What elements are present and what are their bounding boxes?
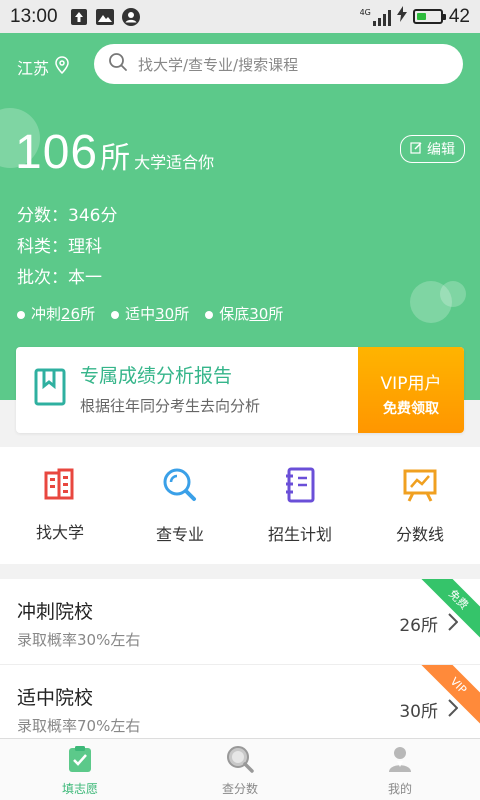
- status-bar: 13:00 4G 42: [0, 0, 480, 33]
- edit-icon: [410, 141, 423, 158]
- report-card[interactable]: 专属成绩分析报告 根据往年同分考生去向分析 VIP用户 免费领取: [16, 347, 464, 433]
- chevron-right-icon: [448, 613, 459, 635]
- batch-info: 批次：本一: [17, 268, 102, 288]
- list-item[interactable]: 冲刺院校 录取概率30%左右 26所 免费: [0, 579, 480, 665]
- account-icon: [121, 7, 140, 26]
- tier-summary: 冲刺26所 适中30所 保底30所: [17, 303, 283, 324]
- tier-item[interactable]: 保底30所: [205, 303, 283, 324]
- score-info: 分数：346分: [17, 206, 118, 226]
- search-placeholder: 找大学/查专业/搜索课程: [138, 55, 299, 74]
- chart-board-icon: [402, 467, 438, 507]
- image-icon: [95, 8, 114, 26]
- quick-label: 分数线: [395, 525, 444, 544]
- quick-find-college[interactable]: 找大学: [0, 447, 120, 564]
- college-tier-list: 冲刺院校 录取概率30%左右 26所 免费 适中院校 录取概率70%左右 30所…: [0, 579, 480, 751]
- list-item-desc: 录取概率70%左右: [17, 717, 141, 735]
- search-input[interactable]: 找大学/查专业/搜索课程: [94, 44, 463, 84]
- search-icon: [108, 52, 128, 76]
- hero-panel: 江苏 找大学/查专业/搜索课程 106 所 大学适合你 编辑 分数：346分 科…: [0, 33, 480, 400]
- list-item-count: 30所: [399, 702, 438, 722]
- vip-claim-button[interactable]: VIP用户 免费领取: [358, 347, 464, 433]
- bottom-nav: 填志愿 查分数 我的: [0, 738, 480, 800]
- college-count-suffix: 大学适合你: [134, 153, 215, 172]
- clipboard-check-icon: [67, 745, 93, 777]
- tab-fill-application[interactable]: 填志愿: [0, 739, 160, 800]
- quick-label: 查专业: [155, 525, 204, 544]
- vip-action: 免费领取: [383, 401, 439, 417]
- charging-icon: [396, 6, 407, 27]
- tab-label: 查分数: [221, 782, 258, 796]
- quick-nav: 找大学 查专业 招生计划 分数线: [0, 447, 480, 564]
- tier-item[interactable]: 冲刺26所: [17, 303, 95, 324]
- tab-profile[interactable]: 我的: [320, 739, 480, 800]
- quick-score-line[interactable]: 分数线: [360, 447, 480, 564]
- user-icon: [387, 745, 413, 777]
- tab-label: 填志愿: [61, 782, 98, 796]
- quick-search-major[interactable]: 查专业: [120, 447, 240, 564]
- list-item-title: 适中院校: [17, 687, 94, 709]
- tab-label: 我的: [387, 782, 412, 796]
- location-pin-icon: [55, 56, 69, 78]
- bookmark-book-icon: [34, 368, 66, 410]
- tier-item[interactable]: 适中30所: [111, 303, 189, 324]
- report-subtitle: 根据往年同分考生去向分析: [80, 397, 261, 415]
- location-selector[interactable]: 江苏: [17, 55, 69, 79]
- status-time: 13:00: [10, 5, 58, 27]
- college-count: 106 所 大学适合你: [15, 125, 214, 180]
- quick-label: 招生计划: [267, 525, 332, 544]
- notebook-icon: [284, 467, 316, 507]
- battery-percent: 42: [448, 5, 470, 27]
- list-item-title: 冲刺院校: [17, 601, 94, 623]
- list-item-count: 26所: [399, 616, 438, 636]
- building-icon: [43, 467, 77, 505]
- signal-icon: 4G: [360, 8, 391, 26]
- decor-bubble: [440, 281, 466, 307]
- battery-fill: [416, 13, 427, 20]
- edit-label: 编辑: [427, 142, 455, 158]
- search-icon: [162, 467, 198, 507]
- report-title: 专属成绩分析报告: [80, 365, 233, 387]
- quick-label: 找大学: [35, 523, 84, 542]
- quick-admission-plan[interactable]: 招生计划: [240, 447, 360, 564]
- location-label: 江苏: [17, 59, 50, 78]
- vip-label: VIP用户: [380, 374, 442, 394]
- college-count-unit: 所: [100, 141, 131, 176]
- subject-info: 科类：理科: [17, 237, 102, 257]
- upload-icon: [70, 8, 88, 26]
- list-item-desc: 录取概率30%左右: [17, 631, 141, 649]
- edit-button[interactable]: 编辑: [400, 135, 465, 163]
- chevron-right-icon: [448, 699, 459, 721]
- network-type: 4G: [359, 7, 371, 17]
- battery-icon: [412, 9, 446, 24]
- tab-check-score[interactable]: 查分数: [160, 739, 320, 800]
- magnifier-icon: [226, 745, 254, 777]
- college-count-number: 106: [15, 126, 99, 179]
- status-right: 4G 42: [360, 6, 470, 28]
